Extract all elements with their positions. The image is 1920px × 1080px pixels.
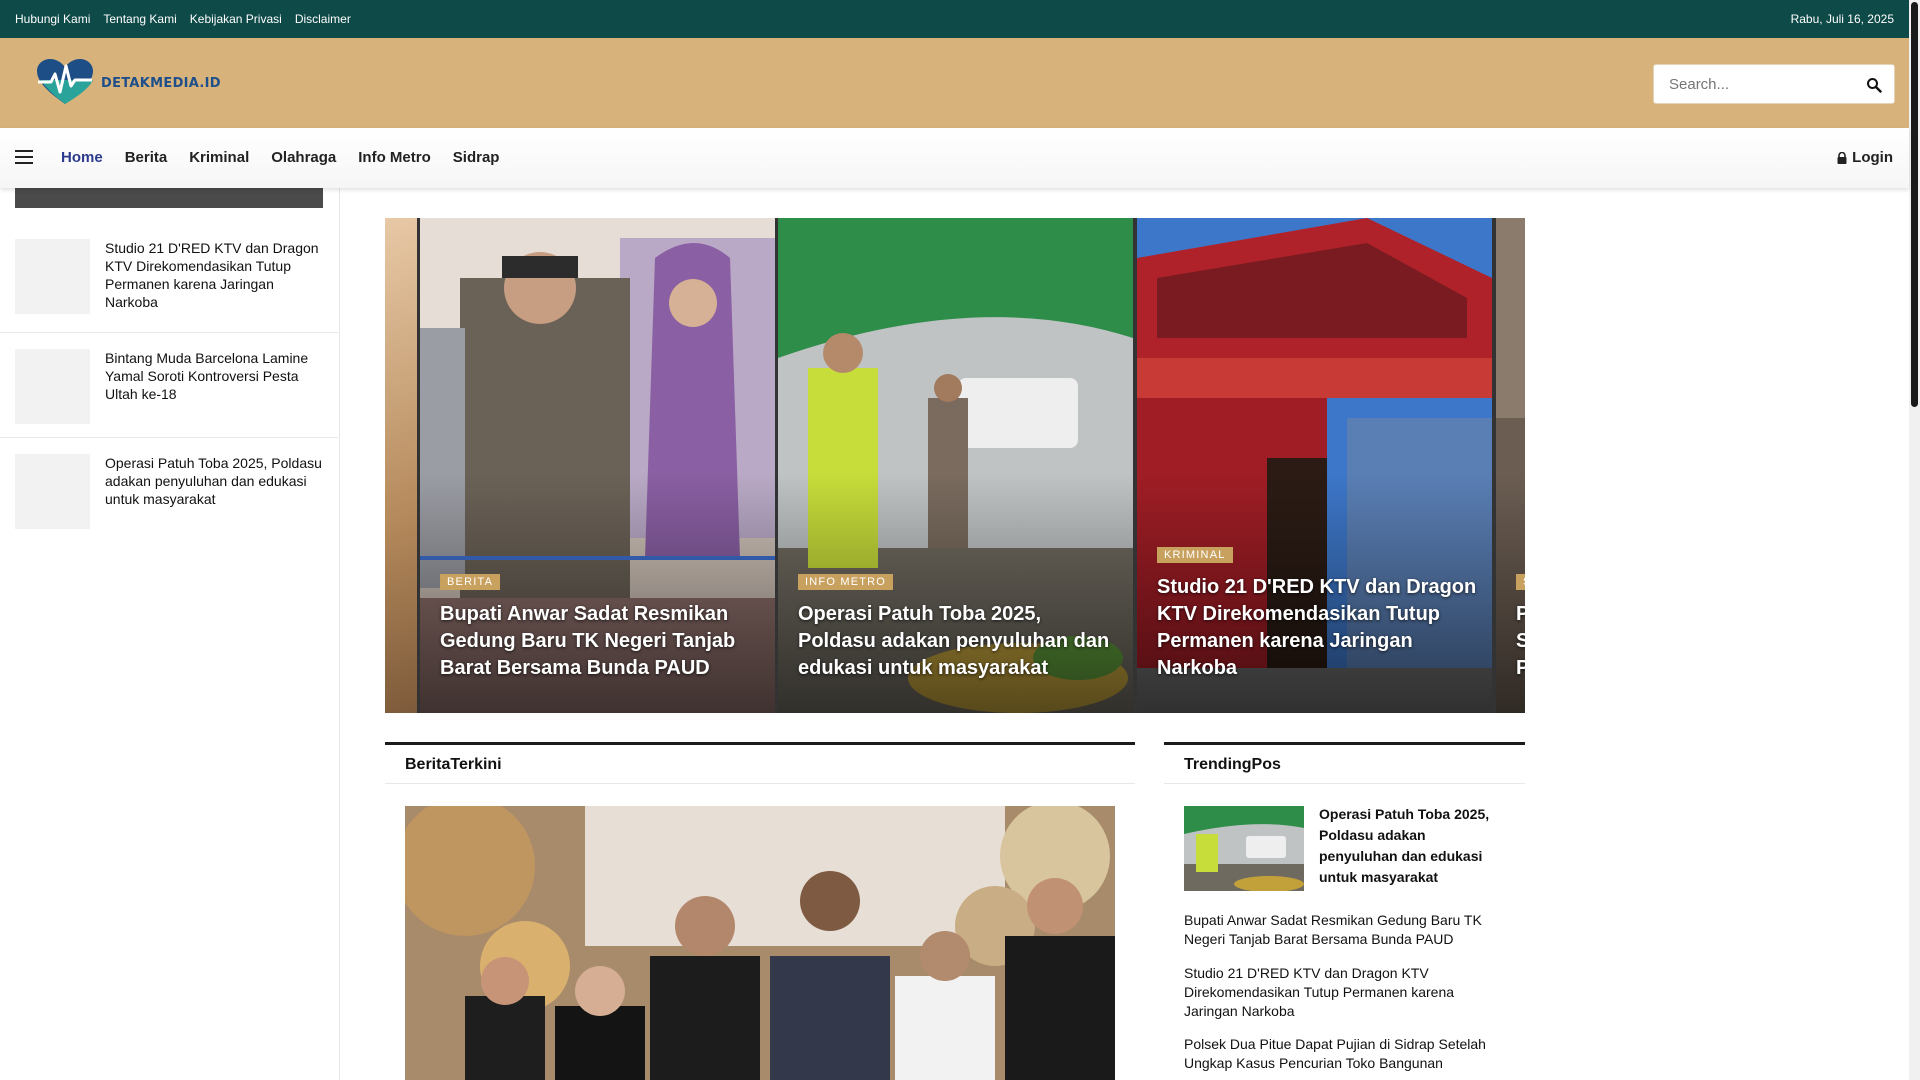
site-logo[interactable]: DETAKMEDIA.ID — [35, 58, 221, 108]
news-photo — [1184, 806, 1304, 891]
section-header: TrendingPos — [1164, 745, 1525, 784]
section-header: BeritaTerkini — [385, 745, 1135, 784]
search-box — [1653, 64, 1895, 104]
sidebar-news-title[interactable]: Bintang Muda Barcelona Lamine Yamal Soro… — [105, 349, 325, 403]
slide-title[interactable]: Studio 21 D'RED KTV dan Dragon KTV Direk… — [1157, 574, 1477, 682]
slide-item[interactable]: KRIMINAL Studio 21 D'RED KTV dan Dragon … — [1137, 218, 1492, 713]
hamburger-menu-icon[interactable] — [15, 150, 33, 164]
link-tentang-kami[interactable]: Tentang Kami — [103, 12, 176, 26]
section-title: TrendingPos — [1184, 756, 1281, 773]
news-thumbnail — [15, 349, 90, 424]
link-disclaimer[interactable]: Disclaimer — [295, 12, 351, 26]
latest-news-image[interactable] — [405, 806, 1115, 1080]
slide-item[interactable]: INFO METRO Operasi Patuh Toba 2025, Pold… — [778, 218, 1133, 713]
link-kebijakan-privasi[interactable]: Kebijakan Privasi — [190, 12, 282, 26]
sidebar-news-item[interactable]: Bintang Muda Barcelona Lamine Yamal Soro… — [0, 333, 338, 438]
berita-terkini-section: BeritaTerkini — [385, 742, 1135, 1080]
top-links: Hubungi Kami Tentang Kami Kebijakan Priv… — [15, 12, 351, 26]
link-hubungi-kami[interactable]: Hubungi Kami — [15, 12, 90, 26]
login-label: Login — [1852, 149, 1893, 166]
search-icon[interactable] — [1866, 77, 1882, 93]
heartbeat-logo-icon — [37, 59, 93, 104]
section-title: BeritaTerkini — [405, 756, 502, 773]
news-photo — [405, 806, 1115, 1080]
nav-item-olahraga[interactable]: Olahraga — [271, 149, 336, 166]
top-bar: Hubungi Kami Tentang Kami Kebijakan Priv… — [0, 0, 1909, 38]
login-button[interactable]: Login — [1837, 149, 1893, 166]
slide-item[interactable]: BERITA Bupati Anwar Sadat Resmikan Gedun… — [420, 218, 775, 713]
trending-item[interactable]: Polsek Dua Pitue Dapat Pujian di Sidrap … — [1184, 1035, 1504, 1073]
nav-item-berita[interactable]: Berita — [125, 149, 168, 166]
current-date: Rabu, Juli 16, 2025 — [1790, 12, 1894, 26]
slide-partial[interactable] — [385, 218, 417, 713]
nav-menu: Home Berita Kriminal Olahraga Info Metro… — [61, 149, 499, 166]
slide-category-badge[interactable]: BERITA — [440, 574, 501, 590]
logo-text: DETAKMEDIA.ID — [101, 75, 221, 91]
main-nav: Home Berita Kriminal Olahraga Info Metro… — [0, 128, 1909, 188]
trending-featured-title[interactable]: Operasi Patuh Toba 2025, Poldasu adakan … — [1319, 804, 1504, 888]
trending-thumbnail[interactable] — [1184, 806, 1304, 891]
sidebar-news-title[interactable]: Studio 21 D'RED KTV dan Dragon KTV Direk… — [105, 239, 325, 311]
nav-item-info-metro[interactable]: Info Metro — [358, 149, 431, 166]
sidebar-news-title[interactable]: Operasi Patuh Toba 2025, Poldasu adakan … — [105, 454, 325, 508]
nav-item-sidrap[interactable]: Sidrap — [453, 149, 500, 166]
lock-icon — [1837, 151, 1847, 164]
news-thumbnail — [15, 454, 90, 529]
sidebar-news-item[interactable]: Studio 21 D'RED KTV dan Dragon KTV Direk… — [0, 223, 338, 333]
slide-title[interactable]: P S P — [1516, 601, 1525, 682]
sidebar-panel: Studio 21 D'RED KTV dan Dragon KTV Direk… — [0, 188, 340, 1080]
scrollbar-thumb[interactable] — [1911, 2, 1918, 407]
slide-item[interactable]: S P S P — [1496, 218, 1525, 713]
nav-item-home[interactable]: Home — [61, 149, 103, 166]
sidebar-header-bar — [15, 188, 323, 208]
sidebar-news-item[interactable]: Operasi Patuh Toba 2025, Poldasu adakan … — [0, 438, 338, 543]
slide-category-badge[interactable]: KRIMINAL — [1157, 547, 1233, 563]
slide-title[interactable]: Operasi Patuh Toba 2025, Poldasu adakan … — [798, 601, 1118, 682]
trending-section: TrendingPos Operasi Patuh Toba 2025, Pol… — [1164, 742, 1525, 1080]
nav-item-kriminal[interactable]: Kriminal — [189, 149, 249, 166]
search-input[interactable] — [1654, 65, 1854, 103]
slide-category-badge[interactable]: INFO METRO — [798, 574, 894, 590]
page-scrollbar[interactable] — [1909, 0, 1920, 1080]
trending-item[interactable]: Bupati Anwar Sadat Resmikan Gedung Baru … — [1184, 911, 1504, 949]
site-header: DETAKMEDIA.ID — [0, 38, 1909, 128]
slide-category-badge[interactable]: S — [1516, 574, 1525, 590]
trending-item[interactable]: Studio 21 D'RED KTV dan Dragon KTV Direk… — [1184, 964, 1504, 1021]
news-thumbnail — [15, 239, 90, 314]
slide-title[interactable]: Bupati Anwar Sadat Resmikan Gedung Baru … — [440, 601, 760, 682]
featured-slider: BERITA Bupati Anwar Sadat Resmikan Gedun… — [385, 218, 1525, 713]
